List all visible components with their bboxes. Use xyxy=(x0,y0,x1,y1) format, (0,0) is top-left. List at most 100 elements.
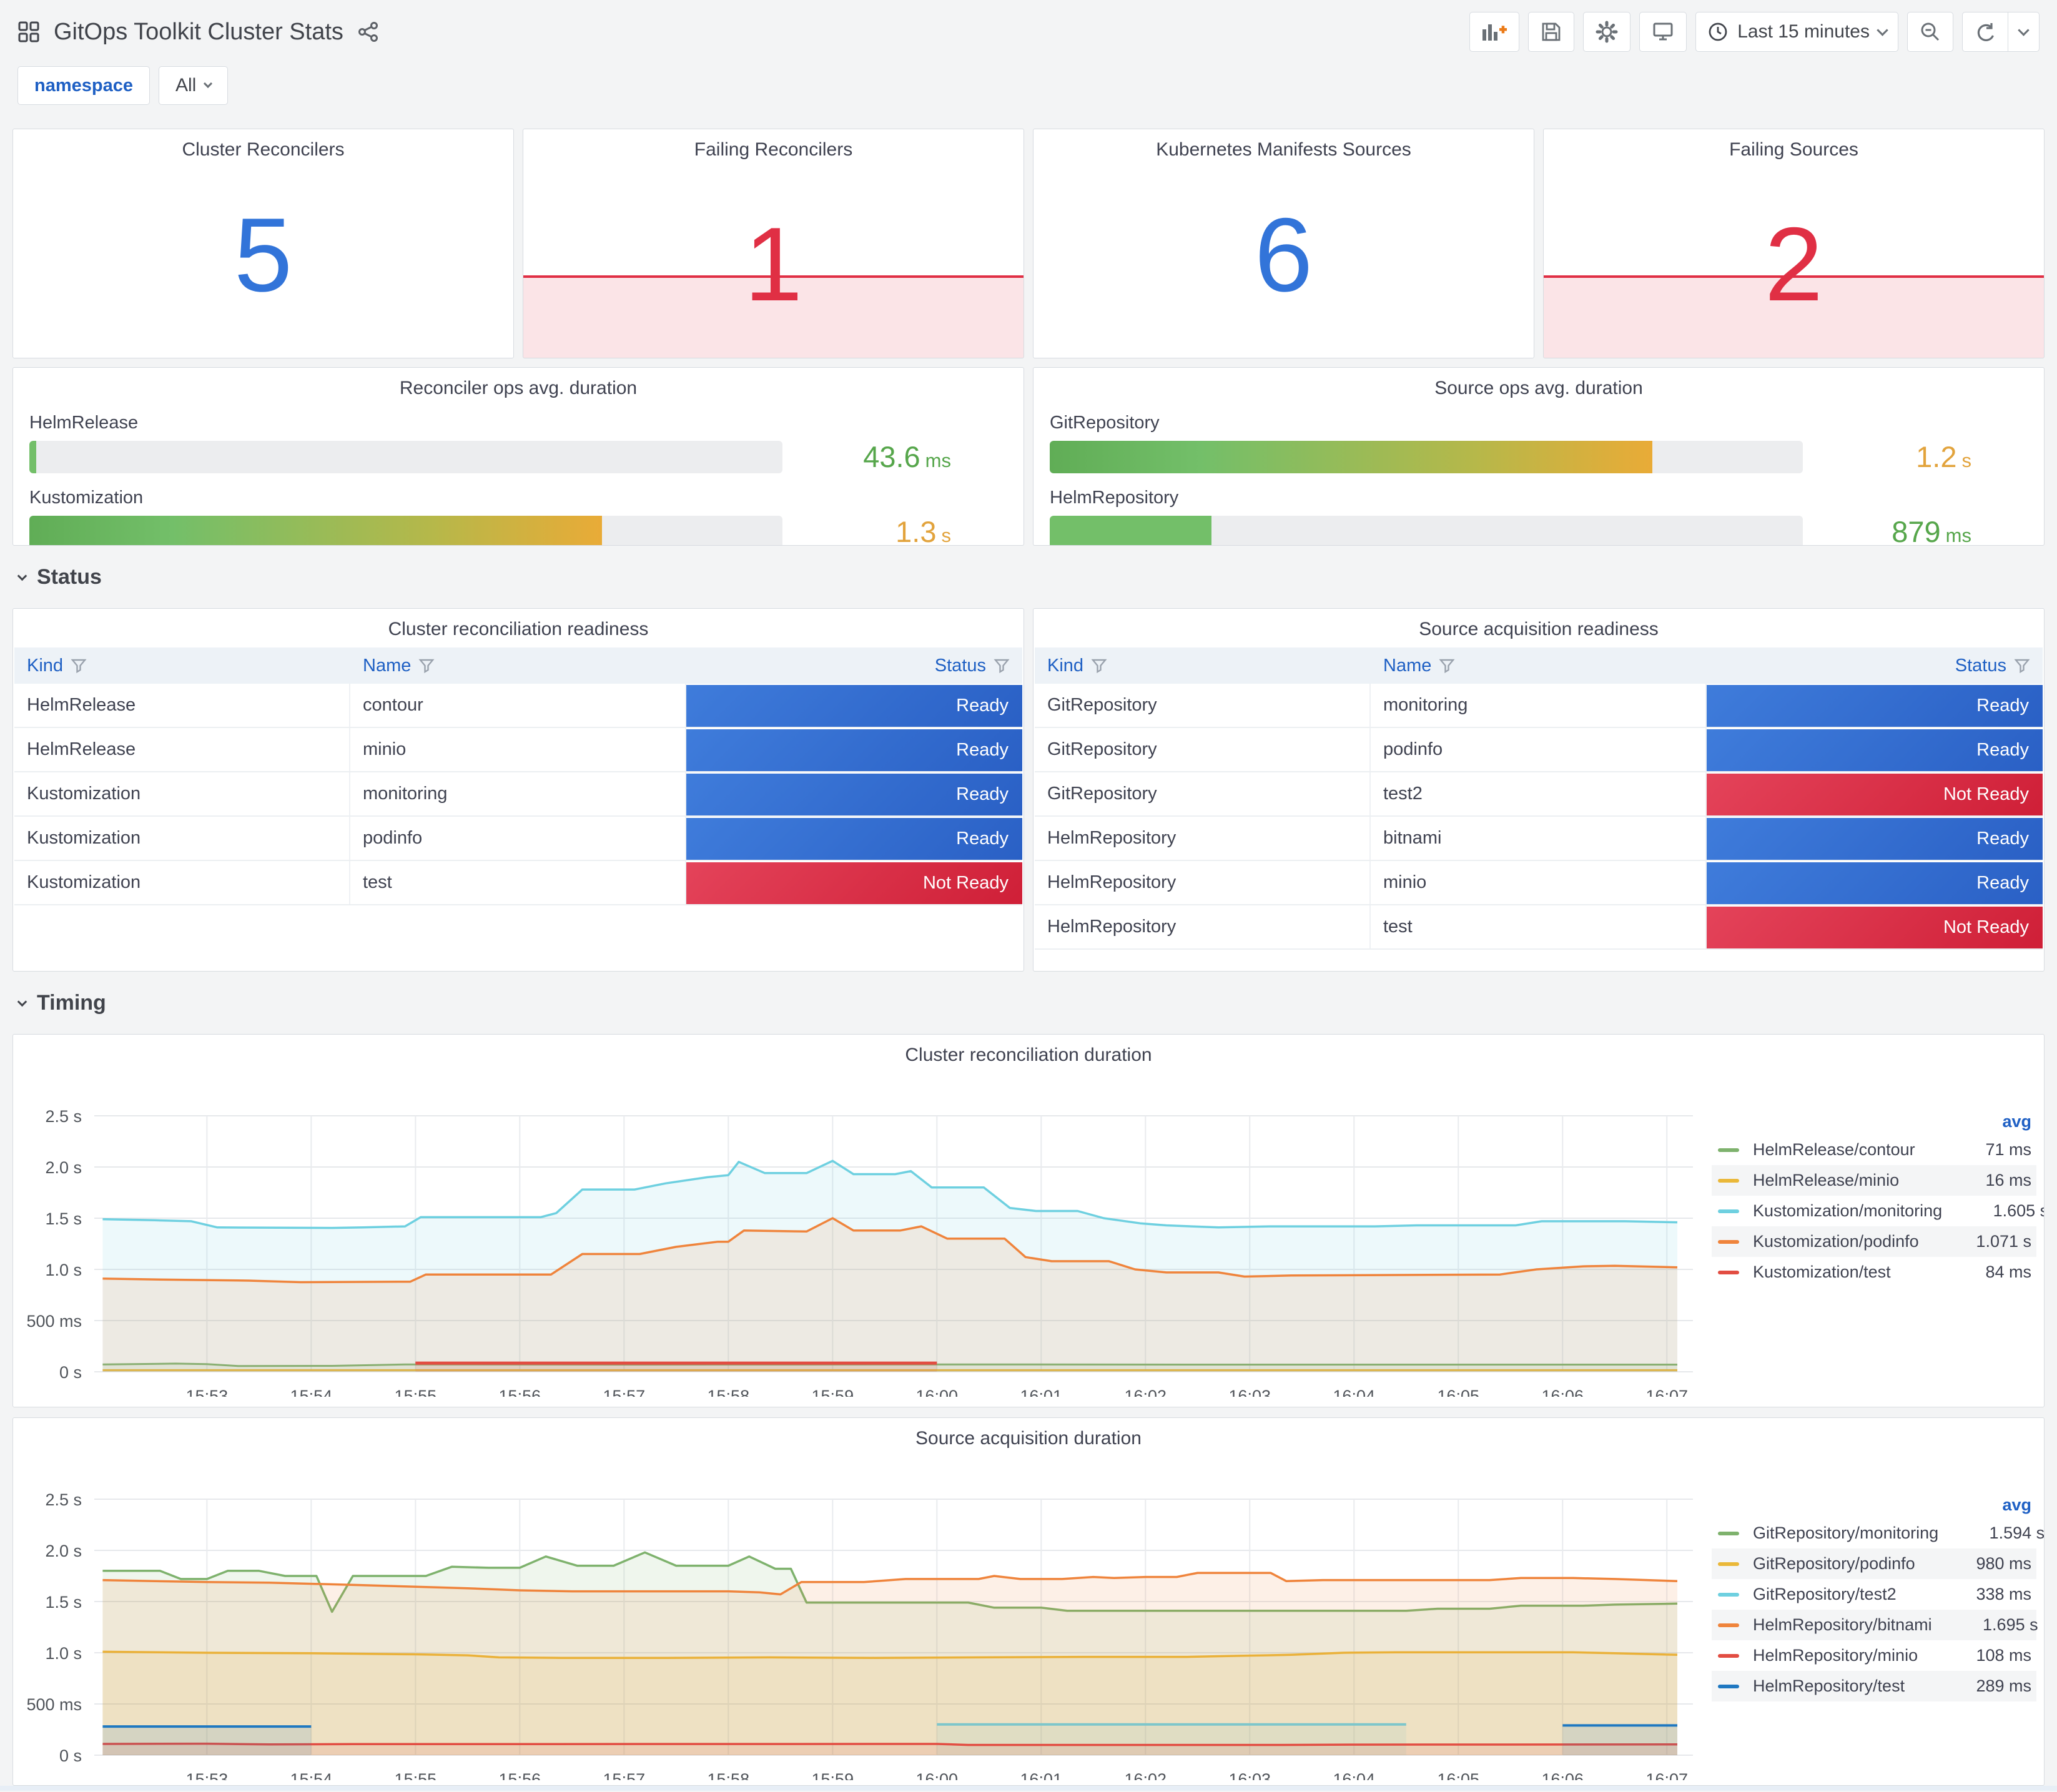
refresh-interval-dropdown[interactable] xyxy=(2008,12,2039,51)
variable-namespace-label[interactable]: namespace xyxy=(17,66,150,105)
panel-title[interactable]: Source ops avg. duration xyxy=(1050,368,2028,399)
row-header-status[interactable]: Status xyxy=(12,546,2045,608)
refresh-button[interactable] xyxy=(1963,12,2008,51)
svg-text:16:04: 16:04 xyxy=(1333,1387,1375,1397)
filter-funnel-icon[interactable] xyxy=(2014,657,2030,674)
time-range-label: Last 15 minutes xyxy=(1737,21,1870,42)
svg-text:0 s: 0 s xyxy=(59,1746,82,1765)
gauge-label: GitRepository xyxy=(1050,413,1160,433)
legend-series-name[interactable]: Kustomization/podinfo xyxy=(1750,1232,1925,1251)
panel-title[interactable]: Cluster reconciliation duration xyxy=(13,1035,2044,1066)
readiness-table: Kind Name Status HelmRelease contour Ready Hel… xyxy=(13,647,1024,905)
legend-avg-header[interactable]: avg xyxy=(1712,1492,2036,1518)
status-badge: Ready xyxy=(686,684,1022,727)
filter-funnel-icon[interactable] xyxy=(71,657,87,674)
variable-namespace-value-dropdown[interactable]: All xyxy=(159,66,229,105)
column-header-status[interactable]: Status xyxy=(1707,656,2043,676)
panel-title[interactable]: Cluster Reconcilers xyxy=(13,129,513,160)
table-panel-source-acquisition-readiness: Source acquisition readiness Kind Name Stat… xyxy=(1033,608,2045,972)
legend-item: Kustomization/monitoring 1.605 s xyxy=(1712,1196,2044,1226)
legend-series-avg-value: 1.605 s xyxy=(1993,1201,2045,1220)
gauge-track xyxy=(29,440,782,473)
legend-series-color-dash xyxy=(1718,1562,1739,1566)
gauge-track xyxy=(1050,440,1803,473)
cell-kind: Kustomization xyxy=(14,817,350,860)
share-icon[interactable] xyxy=(357,21,380,43)
column-header-kind[interactable]: Kind xyxy=(1035,656,1371,676)
svg-text:15:56: 15:56 xyxy=(499,1770,541,1780)
panel-title[interactable]: Failing Sources xyxy=(1544,129,2044,160)
filter-funnel-icon[interactable] xyxy=(1439,657,1455,674)
cell-status: Ready xyxy=(686,728,1022,771)
gauge-fill xyxy=(29,515,602,545)
svg-text:15:56: 15:56 xyxy=(499,1387,541,1397)
readiness-table: Kind Name Status GitRepository monitoring Rea… xyxy=(1033,647,2044,950)
filter-funnel-icon[interactable] xyxy=(994,657,1010,674)
gauge-track xyxy=(1050,515,1803,545)
panel-title[interactable]: Source acquisition readiness xyxy=(1033,609,2044,640)
gauge-value: 879 ms xyxy=(1892,515,1971,546)
row-header-timing[interactable]: Timing xyxy=(12,972,2045,1034)
legend-series-name[interactable]: GitRepository/test2 xyxy=(1750,1585,1925,1604)
panel-title[interactable]: Source acquisition duration xyxy=(13,1418,2044,1449)
legend-series-color-dash xyxy=(1718,1592,1739,1597)
refresh-button-group xyxy=(1962,12,2040,52)
panel-title[interactable]: Failing Reconcilers xyxy=(523,129,1024,160)
dashboard-grid-icon[interactable] xyxy=(17,21,40,43)
series-line-helmrepository-minio xyxy=(102,1742,1678,1746)
legend-series-name[interactable]: GitRepository/podinfo xyxy=(1750,1554,1925,1573)
panel-title[interactable]: Reconciler ops avg. duration xyxy=(29,368,1007,399)
table-header-row: Kind Name Status xyxy=(1035,647,2043,684)
column-header-name[interactable]: Name xyxy=(1371,656,1707,676)
add-panel-button[interactable] xyxy=(1469,12,1520,52)
legend-series-name[interactable]: HelmRelease/minio xyxy=(1750,1171,1925,1190)
cell-name: podinfo xyxy=(1371,728,1707,771)
svg-text:15:58: 15:58 xyxy=(708,1770,750,1780)
gauge-track xyxy=(29,515,782,545)
save-dashboard-button[interactable] xyxy=(1528,12,1575,52)
column-header-status[interactable]: Status xyxy=(686,656,1022,676)
svg-text:16:04: 16:04 xyxy=(1333,1770,1375,1780)
kiosk-tv-button[interactable] xyxy=(1639,12,1687,52)
legend-series-avg-value: 1.071 s xyxy=(1976,1232,2031,1251)
chevron-down-icon xyxy=(17,997,27,1007)
svg-text:15:58: 15:58 xyxy=(708,1387,750,1397)
cell-kind: HelmRepository xyxy=(1035,817,1371,860)
legend-series-color-dash xyxy=(1718,1209,1739,1213)
panel-title[interactable]: Kubernetes Manifests Sources xyxy=(1033,129,1534,160)
column-header-name[interactable]: Name xyxy=(350,656,686,676)
legend-item: HelmRepository/minio 108 ms xyxy=(1712,1640,2036,1671)
legend-series-name[interactable]: HelmRepository/minio xyxy=(1750,1646,1925,1665)
table-row: GitRepository test2 Not Ready xyxy=(1035,772,2043,817)
filter-funnel-icon[interactable] xyxy=(1091,657,1107,674)
legend-series-avg-value: 338 ms xyxy=(1976,1585,2031,1603)
status-badge: Ready xyxy=(1707,729,2043,771)
legend-series-name[interactable]: Kustomization/monitoring xyxy=(1750,1201,1942,1221)
legend-series-name[interactable]: HelmRepository/test xyxy=(1750,1676,1925,1696)
chart-legend: avg HelmRelease/contour 71 ms HelmRelease/m… xyxy=(1712,1108,2044,1287)
column-header-label: Status xyxy=(934,655,986,676)
table-panels-row: Cluster reconciliation readiness Kind Name… xyxy=(12,608,2045,972)
status-badge: Not Ready xyxy=(1707,773,2043,815)
legend-series-name[interactable]: HelmRelease/contour xyxy=(1750,1140,1925,1159)
cell-name: test xyxy=(350,861,686,904)
gauge-row: 1.2 s xyxy=(1050,440,2028,474)
legend-series-name[interactable]: GitRepository/monitoring xyxy=(1750,1524,1938,1543)
gauge-value: 1.3 s xyxy=(895,515,951,546)
time-range-picker[interactable]: Last 15 minutes xyxy=(1695,12,1898,52)
settings-gear-button[interactable] xyxy=(1583,12,1631,52)
legend-series-name[interactable]: HelmRepository/bitnami xyxy=(1750,1615,1932,1635)
status-badge: Not Ready xyxy=(1707,906,2043,948)
gauge-row: 43.6 ms xyxy=(29,440,1007,474)
filter-funnel-icon[interactable] xyxy=(418,657,435,674)
gauge-fill xyxy=(1050,440,1652,473)
svg-text:1.0 s: 1.0 s xyxy=(45,1261,82,1279)
svg-text:16:01: 16:01 xyxy=(1020,1387,1063,1397)
zoom-out-button[interactable] xyxy=(1907,12,1953,52)
column-header-kind[interactable]: Kind xyxy=(14,656,350,676)
svg-text:16:03: 16:03 xyxy=(1228,1387,1271,1397)
legend-series-name[interactable]: Kustomization/test xyxy=(1750,1263,1925,1282)
status-badge: Ready xyxy=(686,773,1022,815)
legend-avg-header[interactable]: avg xyxy=(1712,1108,2036,1135)
panel-title[interactable]: Cluster reconciliation readiness xyxy=(13,609,1024,640)
